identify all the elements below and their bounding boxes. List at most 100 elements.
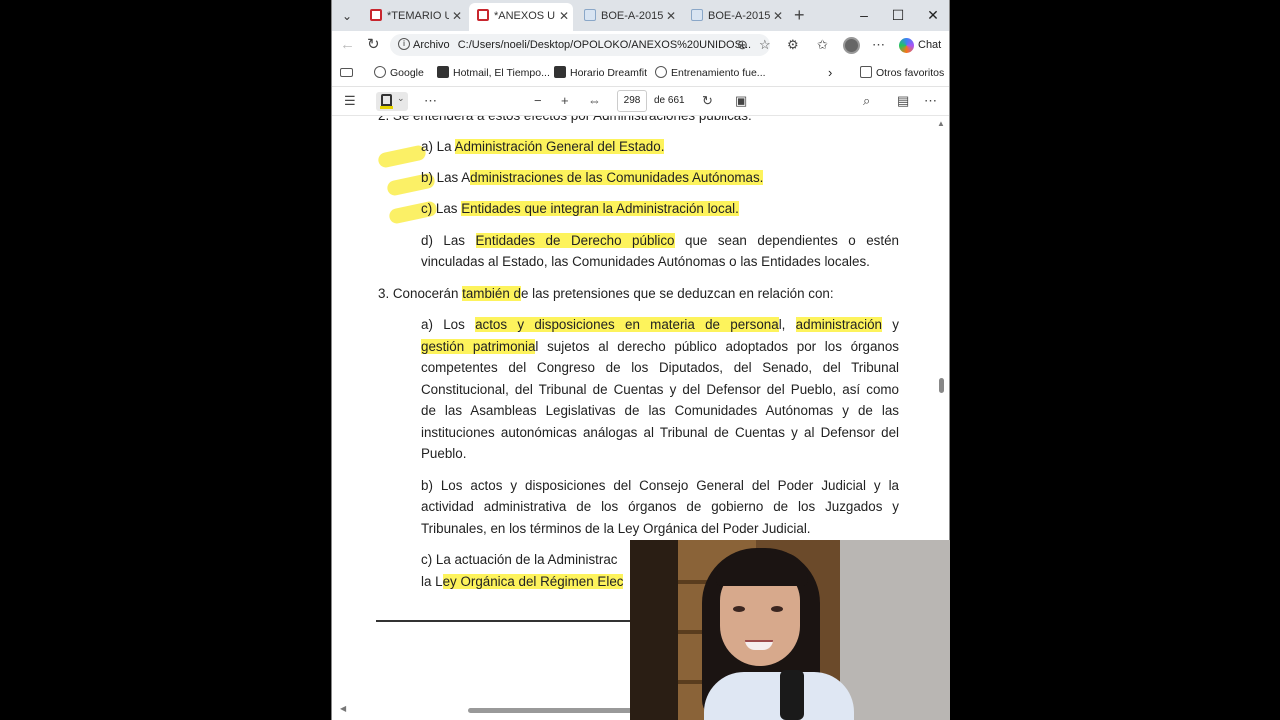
section-3-heading: 3. Conocerán también de las pretensiones…	[378, 283, 856, 305]
item-3a-line6: instituciones autonómicas análogas al Tr…	[421, 425, 899, 440]
page-number-input[interactable]: 298	[617, 90, 647, 112]
tab-label: BOE-A-2015-10	[708, 10, 770, 23]
favorite-star-icon[interactable]: ☆	[759, 37, 771, 53]
microphone	[780, 670, 804, 720]
close-window-icon[interactable]: ✕	[923, 5, 943, 25]
more-menu-icon[interactable]: ⋯	[872, 37, 885, 53]
tab-boe-1[interactable]: BOE-A-2015-10 ✕	[576, 4, 680, 28]
highlight-button[interactable]: ⌄	[376, 92, 408, 111]
zoom-icon[interactable]: ⊕	[737, 37, 748, 53]
highlighted-text: Entidades de Derecho público	[475, 233, 675, 248]
item-3a-line7: Pueblo.	[421, 446, 467, 461]
presenter-eye	[771, 606, 783, 612]
bookmark-dreamfit[interactable]: Horario Dreamfit	[554, 66, 647, 80]
folder-icon	[860, 66, 872, 79]
list-item-c: c) Las Entidades que integran la Adminis…	[421, 198, 899, 220]
back-arrow-icon[interactable]: ←	[340, 35, 355, 55]
boe-icon	[584, 9, 596, 22]
chat-label: Chat	[918, 39, 942, 51]
scroll-left-arrow-icon[interactable]: ◀	[340, 704, 346, 713]
settings-more-icon[interactable]: ⋯	[924, 93, 937, 109]
item-3b-line3: Tribunales, en los términos de la Ley Or…	[421, 521, 811, 536]
favorites-icon[interactable]: ✩	[817, 37, 828, 53]
url-scheme-label: Archivo	[413, 39, 450, 51]
presenter-eye	[733, 606, 745, 612]
highlighted-text: gestión patrimonia	[421, 339, 536, 354]
tab-actions-menu-icon[interactable]: ⌄	[337, 6, 357, 26]
item-3a-line4: Constitucional, del Tribunal de Cuentas …	[421, 382, 899, 397]
more-tools-icon[interactable]: ⋯	[424, 93, 437, 109]
reload-icon[interactable]: ↻	[367, 35, 380, 55]
contents-list-icon[interactable]: ☰	[344, 93, 356, 109]
highlight-scribble	[376, 144, 428, 169]
globe-icon	[374, 66, 386, 79]
scroll-up-arrow-icon[interactable]: ▲	[937, 119, 945, 128]
highlighted-text: Administración General del Estado.	[454, 139, 665, 154]
highlight-color-swatch	[380, 106, 393, 109]
item-3a-line5: de las Asambleas Legislativas de las Com…	[421, 403, 899, 418]
highlighted-text: también d	[462, 286, 521, 301]
close-tab-icon[interactable]: ✕	[666, 4, 676, 28]
pdf-icon	[477, 9, 489, 22]
new-tab-button[interactable]: +	[794, 4, 805, 26]
pdf-toolbar: ☰ ⌄ ⋯ − + ⇔ 298 de 661 ↻ ▣ ⌕ ▤ ⋯	[332, 87, 949, 116]
bookmarks-bar: Google Hotmail, El Tiempo... Horario Dre…	[332, 59, 949, 87]
maximize-icon[interactable]: ☐	[888, 5, 908, 25]
zoom-out-icon[interactable]: −	[534, 93, 542, 109]
item-3a-line3: competentes del Congreso de los Diputado…	[421, 360, 899, 375]
chevron-right-icon[interactable]: ›	[828, 66, 832, 80]
item-3a-line1: a) Los actos y disposiciones en materia …	[421, 314, 899, 336]
close-tab-icon[interactable]: ✕	[773, 4, 783, 28]
background-wall	[840, 540, 950, 720]
search-icon[interactable]: ⌕	[863, 93, 870, 109]
bookmark-google[interactable]: Google	[374, 66, 424, 80]
reading-list-shape	[340, 67, 353, 77]
horizontal-scrollbar-thumb[interactable]	[468, 708, 638, 713]
rotate-icon[interactable]: ↻	[702, 93, 713, 109]
address-bar-row: ← ↻ i Archivo C:/Users/noeli/Desktop/OPOLO…	[332, 31, 949, 59]
extensions-icon[interactable]: ⚙	[787, 37, 799, 53]
bookmark-hotmail[interactable]: Hotmail, El Tiempo...	[437, 66, 550, 80]
item-3c-line2: la Ley Orgánica del Régimen Elec	[421, 571, 631, 593]
profile-avatar[interactable]	[843, 37, 860, 54]
bookmark-icon	[437, 66, 449, 79]
dreamfit-icon	[554, 66, 566, 79]
pdf-icon	[370, 9, 382, 22]
item-text: la L	[421, 574, 443, 589]
close-tab-icon[interactable]: ✕	[452, 4, 462, 28]
url-field[interactable]: i Archivo C:/Users/noeli/Desktop/OPOLOKO/A…	[390, 34, 770, 56]
item-text: e las pretensiones que se deduzcan en re…	[520, 286, 834, 301]
vertical-scrollbar-thumb[interactable]	[939, 378, 944, 393]
tab-temario[interactable]: *TEMARIO UNI ✕	[362, 4, 466, 28]
url-text: C:/Users/noeli/Desktop/OPOLOKO/ANEXOS%20…	[457, 39, 752, 51]
item-text: l sujetos al derecho público adoptados p…	[535, 339, 900, 354]
chat-button[interactable]: Chat	[899, 37, 941, 53]
page-total: de 661	[654, 95, 685, 106]
copilot-icon	[899, 37, 914, 53]
item-3a-line2: gestión patrimonial sujetos al derecho p…	[421, 336, 899, 358]
tab-anexos[interactable]: *ANEXOS UNI ✕	[469, 3, 573, 31]
tab-boe-2[interactable]: BOE-A-2015-10 ✕	[683, 4, 787, 28]
partial-heading: 2. Se entenderá a estos efectos por Admi…	[378, 116, 856, 127]
save-icon[interactable]: ▤	[897, 93, 909, 109]
bookmark-label: Entrenamiento fue...	[671, 67, 766, 79]
info-icon[interactable]: i	[398, 38, 410, 51]
bookmark-entrenamiento[interactable]: Entrenamiento fue...	[655, 66, 766, 80]
item-3b-line2: actividad administrativa de los órganos …	[421, 499, 899, 514]
other-favorites[interactable]: Otros favoritos	[860, 66, 944, 80]
page-view-icon[interactable]: ▣	[735, 93, 747, 109]
item-text: y	[882, 317, 899, 332]
fit-width-icon[interactable]: ⇔	[588, 93, 601, 109]
close-tab-icon[interactable]: ✕	[559, 3, 569, 29]
webcam-overlay	[630, 540, 950, 720]
item-text: a) La	[421, 139, 455, 154]
tab-label: BOE-A-2015-10	[601, 10, 663, 23]
list-item-d-line1: d) Las Entidades de Derecho público que …	[421, 230, 899, 252]
zoom-in-icon[interactable]: +	[561, 93, 569, 109]
item-3b-line1: b) Los actos y disposiciones del Consejo…	[421, 478, 899, 493]
minimize-icon[interactable]: –	[854, 5, 874, 25]
bookmark-label: Hotmail, El Tiempo...	[453, 67, 550, 79]
chevron-down-icon[interactable]: ⌄	[397, 93, 405, 104]
reading-list-icon[interactable]	[340, 66, 357, 80]
tab-strip: ⌄ *TEMARIO UNI ✕ *ANEXOS UNI ✕ BOE-A-201…	[332, 0, 949, 31]
